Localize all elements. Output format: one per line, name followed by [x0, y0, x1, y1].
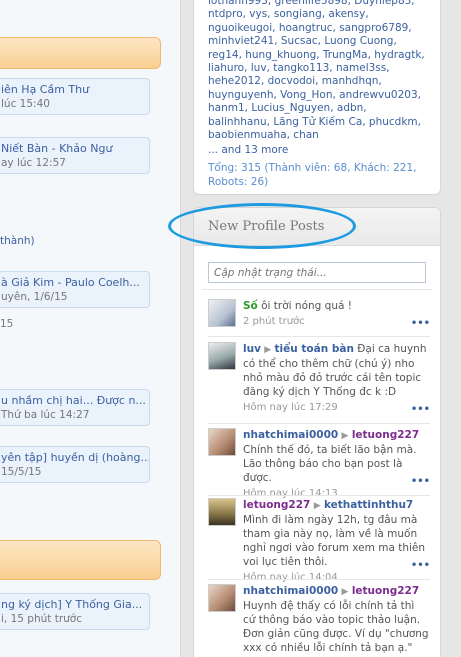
section-header-bar	[0, 540, 161, 580]
post-author[interactable]: nhatchimai0000	[243, 585, 338, 597]
profile-posts-panel: New Profile Posts Số ôi trời nóng quá ! …	[193, 207, 441, 657]
post-time[interactable]: 2 phút trước	[243, 316, 429, 327]
thread-card[interactable]: iên Hạ Cầm Thư lúc 15:40	[0, 78, 150, 115]
online-stats: Tổng: 315 (Thành viên: 68, Khách: 221, R…	[208, 162, 417, 189]
thread-card[interactable]: yên tập] huyền dị (hoàng... 15/5/15	[0, 446, 150, 483]
thread-title[interactable]: ng ký dịch] Y Thống Gia...	[1, 597, 149, 612]
divider	[208, 336, 430, 337]
thread-title[interactable]: à Giả Kim - Paulo Coelh...	[1, 275, 149, 290]
post-text: ôi trời nóng quá !	[261, 300, 352, 312]
more-options-icon[interactable]: •••	[411, 560, 430, 571]
thread-card[interactable]: u nhầm chị hai... Được n... Thứ ba lúc 1…	[0, 389, 150, 426]
thread-title[interactable]: u nhầm chị hai... Được n...	[1, 393, 149, 408]
post-time[interactable]: Hôm nay lúc 17:29	[243, 402, 429, 413]
thread-title[interactable]: Niết Bàn - Khảo Ngư	[1, 141, 149, 156]
avatar[interactable]	[208, 342, 236, 370]
section-header-bar	[0, 37, 161, 69]
post-text: Chính thế đó, ta biết lão bận mà. Lão th…	[243, 444, 417, 484]
divider	[202, 289, 432, 290]
avatar[interactable]	[208, 498, 236, 526]
more-options-icon[interactable]: •••	[411, 318, 430, 329]
post-time[interactable]: Hôm nay lúc 14:04	[243, 572, 429, 583]
thread-meta: 15/5/15	[1, 466, 42, 478]
column-divider	[180, 0, 193, 657]
divider	[208, 423, 430, 424]
divider	[208, 495, 430, 496]
post-target[interactable]: tiểu toán bàn	[275, 343, 354, 355]
divider	[208, 579, 430, 580]
avatar[interactable]	[208, 584, 236, 612]
more-members-link[interactable]: ... and 13 more	[208, 143, 432, 157]
arrow-right-icon: ▶	[341, 587, 349, 597]
thread-meta: ay lúc 12:57	[1, 157, 66, 169]
thread-title[interactable]: iên Hạ Cầm Thư	[1, 82, 149, 97]
thread-fragment[interactable]: thành)	[0, 235, 35, 247]
arrow-right-icon: ▶	[264, 345, 272, 355]
post-author[interactable]: nhatchimai0000	[243, 429, 338, 441]
post-text: Mình đi làm ngày 12h, tg đâu mà tham gia…	[243, 514, 426, 568]
more-options-icon[interactable]: •••	[411, 404, 430, 415]
post-target[interactable]: kethattinhthu7	[324, 499, 413, 511]
arrow-right-icon: ▶	[313, 501, 321, 511]
post-target[interactable]: letuong227	[352, 585, 419, 597]
post-author[interactable]: Số	[243, 300, 258, 312]
thread-card[interactable]: à Giả Kim - Paulo Coelh... uyên, 1/6/15	[0, 271, 150, 308]
post-author[interactable]: letuong227	[243, 499, 310, 511]
thread-fragment: 15	[0, 318, 14, 330]
thread-card[interactable]: ng ký dịch] Y Thống Gia... i, 15 phút tr…	[0, 593, 150, 630]
post-text: Huynh đệ thấy có lỗi chính tả thì cứ thô…	[243, 600, 429, 654]
arrow-right-icon: ▶	[341, 431, 349, 441]
online-members-box: lothann993, greenlife5898, Duyhiep83, nt…	[193, 0, 441, 195]
post-target[interactable]: letuong227	[352, 429, 419, 441]
left-column: iên Hạ Cầm Thư lúc 15:40 Niết Bàn - Khảo…	[0, 0, 180, 657]
thread-meta: Thứ ba lúc 14:27	[1, 409, 90, 421]
thread-title[interactable]: yên tập] huyền dị (hoàng...	[1, 450, 149, 465]
thread-meta: lúc 15:40	[1, 98, 50, 110]
thread-card[interactable]: Niết Bàn - Khảo Ngư ay lúc 12:57	[0, 137, 150, 174]
profile-posts-title[interactable]: New Profile Posts	[194, 208, 440, 246]
online-member-list[interactable]: lothann993, greenlife5898, Duyhiep83, nt…	[208, 0, 430, 142]
thread-meta: i, 15 phút trước	[1, 613, 83, 625]
thread-meta: uyên, 1/6/15	[1, 291, 68, 303]
status-update-input[interactable]	[208, 262, 426, 283]
avatar[interactable]	[208, 299, 236, 327]
post-author[interactable]: luv	[243, 343, 261, 355]
more-options-icon[interactable]: •••	[411, 476, 430, 487]
avatar[interactable]	[208, 428, 236, 456]
